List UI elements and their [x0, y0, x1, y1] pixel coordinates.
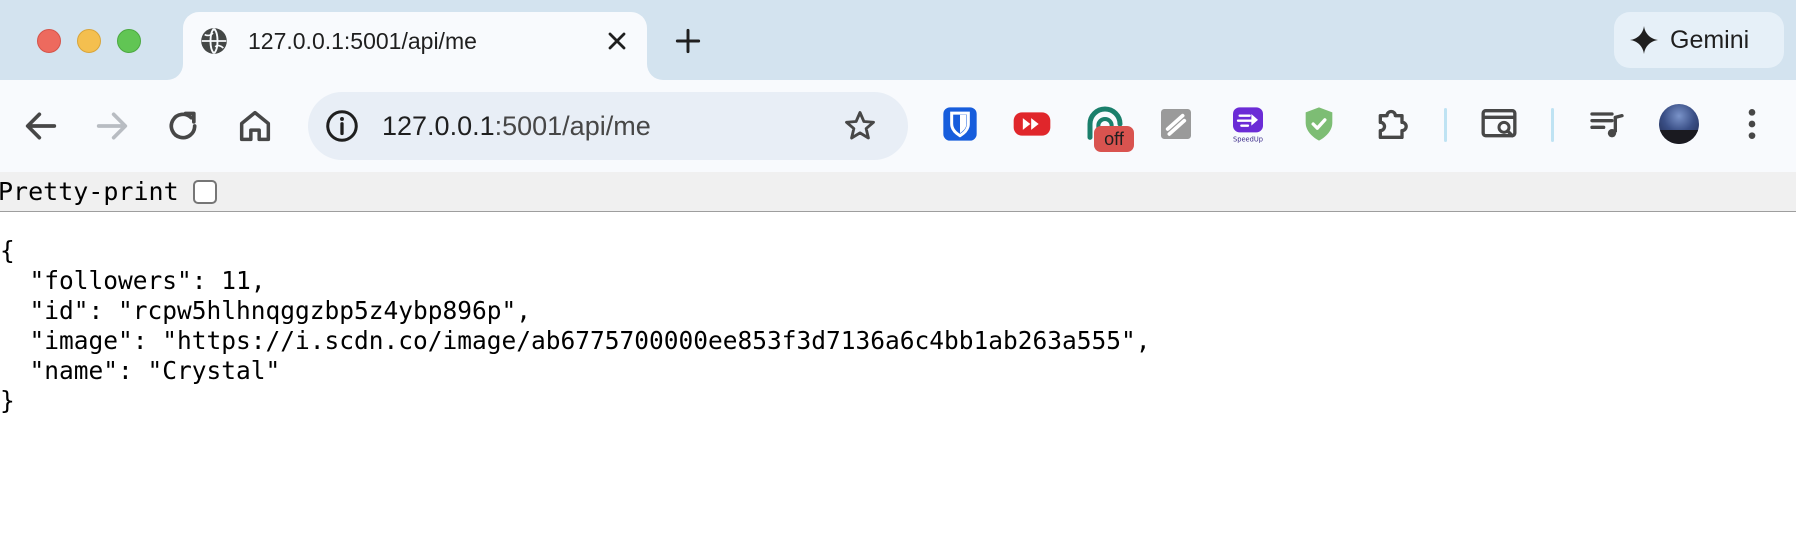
gemini-button[interactable]: Gemini	[1614, 12, 1784, 68]
json-line: {	[0, 236, 15, 265]
url-text[interactable]: 127.0.0.1:5001/api/me	[382, 109, 651, 143]
tab-strip: 127.0.0.1:5001/api/me Gemini	[0, 0, 1796, 80]
json-line: "image": "https://i.scdn.co/image/ab6775…	[0, 326, 1151, 355]
pretty-print-label: Pretty-print	[0, 177, 179, 206]
json-content: { "followers": 11, "id": "rcpw5hlhnqggzb…	[0, 236, 1151, 416]
shield-extension-icon[interactable]	[1299, 104, 1339, 144]
pretty-print-bar: Pretty-print	[0, 172, 1796, 212]
tab-title: 127.0.0.1:5001/api/me	[248, 28, 477, 54]
json-line: "id": "rcpw5hlhnqggzbp5z4ybp896p",	[0, 296, 532, 325]
bitwarden-extension-icon[interactable]	[940, 104, 980, 144]
gemini-label: Gemini	[1670, 26, 1750, 54]
off-badge: off	[1094, 126, 1134, 152]
close-tab-icon[interactable]	[603, 27, 631, 55]
json-line: "followers": 11,	[0, 266, 266, 295]
site-info-icon[interactable]	[324, 108, 360, 144]
json-line: }	[0, 386, 15, 415]
tab-active[interactable]: 127.0.0.1:5001/api/me	[183, 12, 647, 80]
address-bar[interactable]: 127.0.0.1:5001/api/me	[308, 92, 908, 160]
pretty-print-checkbox[interactable]	[193, 180, 217, 204]
close-window-button[interactable]	[37, 29, 61, 53]
gemini-sparkle-icon	[1630, 26, 1658, 54]
url-host: 127.0.0.1	[382, 111, 495, 141]
reload-icon[interactable]	[163, 106, 203, 146]
toolbar-divider	[1551, 108, 1554, 142]
speedup-extension-icon[interactable]: SpeedUp	[1228, 104, 1268, 144]
browser-window: 127.0.0.1:5001/api/me Gemini 127.0.0.1:5…	[0, 0, 1796, 550]
toolbar-divider	[1444, 108, 1447, 142]
more-menu-icon[interactable]	[1732, 104, 1772, 144]
media-controls-icon[interactable]	[1587, 104, 1627, 144]
forward-icon[interactable]	[92, 106, 132, 146]
back-icon[interactable]	[21, 106, 61, 146]
json-line: "name": "Crystal"	[0, 356, 281, 385]
zoom-window-button[interactable]	[117, 29, 141, 53]
extensions-puzzle-icon[interactable]	[1372, 104, 1412, 144]
url-path: :5001/api/me	[494, 111, 651, 141]
stack-extension-icon[interactable]	[1156, 104, 1196, 144]
minimize-window-button[interactable]	[77, 29, 101, 53]
home-icon[interactable]	[235, 106, 275, 146]
toolbar: 127.0.0.1:5001/api/me SpeedUp	[0, 80, 1796, 172]
profile-avatar[interactable]	[1659, 104, 1699, 144]
new-tab-icon[interactable]	[672, 25, 704, 57]
tab-search-icon[interactable]	[1479, 104, 1519, 144]
speedup-label: SpeedUp	[1233, 136, 1263, 144]
youtube-extension-icon[interactable]	[1012, 104, 1052, 144]
bookmark-star-icon[interactable]	[842, 108, 878, 144]
globe-icon	[201, 28, 227, 54]
